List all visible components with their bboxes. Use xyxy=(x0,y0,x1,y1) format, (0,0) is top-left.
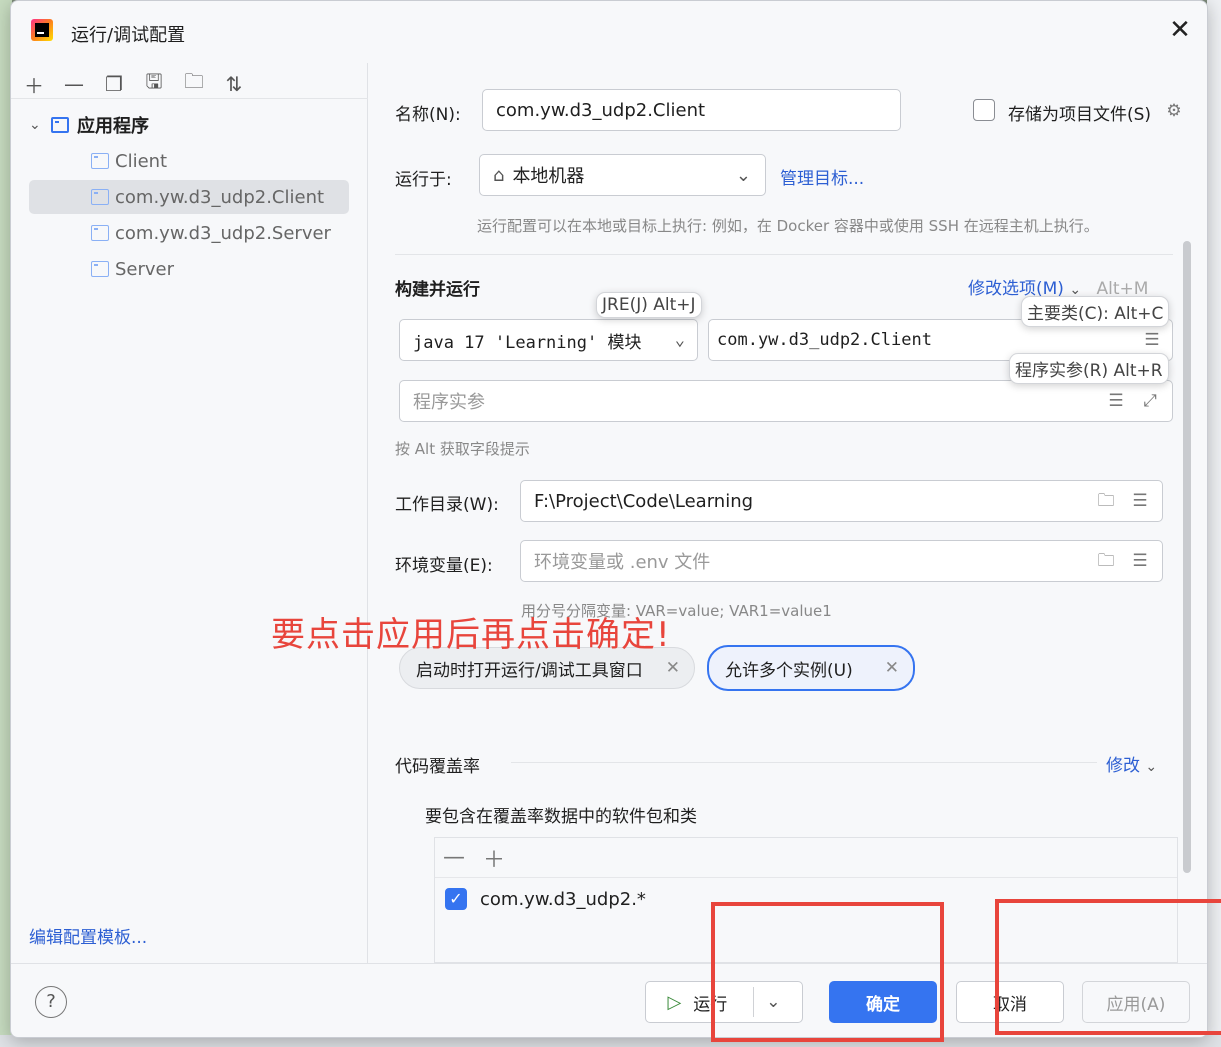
program-args-shortcut-hint: 程序实参(R) Alt+R xyxy=(1009,353,1169,384)
play-icon: ▷ xyxy=(667,991,682,1013)
env-input[interactable]: 环境变量或 .env 文件 🗀 ☰ xyxy=(520,540,1163,582)
gear-icon[interactable]: ⚙ xyxy=(1164,101,1184,121)
edit-templates-link[interactable]: 编辑配置模板... xyxy=(29,923,147,948)
browse-list-icon[interactable]: ☰ xyxy=(1130,491,1150,511)
store-as-project-file-checkbox[interactable] xyxy=(973,99,995,121)
dialog-title: 运行/调试配置 xyxy=(71,25,186,46)
coverage-modify-label: 修改 xyxy=(1106,756,1140,776)
divider xyxy=(11,98,368,99)
jre-select[interactable]: java 17 'Learning' 模块 ⌄ xyxy=(399,319,698,361)
run-on-select[interactable]: ⌂ 本地机器 ⌄ xyxy=(479,154,766,196)
expand-icon[interactable]: ⤢ xyxy=(1140,391,1160,411)
remove-icon[interactable]: — xyxy=(61,71,87,97)
jre-shortcut-hint: JRE(J) Alt+J xyxy=(596,292,702,318)
tree-root-label: 应用程序 xyxy=(77,116,149,137)
tree-root-application[interactable]: ⌄ 应用程序 xyxy=(29,108,349,142)
application-icon xyxy=(91,153,109,169)
program-args-placeholder: 程序实参 xyxy=(413,392,485,413)
application-icon xyxy=(91,225,109,241)
coverage-checkbox[interactable]: ✓ xyxy=(445,888,467,910)
application-icon xyxy=(91,189,109,205)
application-icon xyxy=(51,117,69,133)
coverage-modify-link[interactable]: 修改 ⌄ xyxy=(1106,751,1157,776)
annotation-box-ok xyxy=(711,902,944,1042)
name-label: 名称(N): xyxy=(395,105,461,125)
copy-icon[interactable]: ❐ xyxy=(101,71,127,97)
tree-item-server[interactable]: Server xyxy=(29,252,349,286)
jre-value: java 17 'Learning' 模块 xyxy=(413,332,642,353)
annotation-text: 要点击应用后再点击确定! xyxy=(271,615,671,655)
close-icon[interactable]: ✕ xyxy=(1167,17,1193,43)
close-icon[interactable]: ✕ xyxy=(666,658,680,678)
tree-item-label: Client xyxy=(115,150,168,172)
tree-item-label: com.yw.d3_udp2.Client xyxy=(115,186,325,208)
main-class-value: com.yw.d3_udp2.Client xyxy=(717,330,932,350)
tree-toolbar: ＋ — ❐ 🖫 🗀 ⇅ xyxy=(21,69,247,99)
build-run-title: 构建并运行 xyxy=(395,280,480,300)
divider xyxy=(511,762,1097,763)
name-input[interactable]: com.yw.d3_udp2.Client xyxy=(482,89,901,131)
remove-icon[interactable]: — xyxy=(443,845,465,870)
chip-label: 启动时打开运行/调试工具窗口 xyxy=(416,660,643,681)
workdir-value: F:\Project\Code\Learning xyxy=(534,490,754,512)
workdir-input[interactable]: F:\Project\Code\Learning 🗀 ☰ xyxy=(520,480,1163,522)
coverage-row[interactable]: ✓ com.yw.d3_udp2.* xyxy=(445,888,646,910)
help-button[interactable]: ? xyxy=(35,986,67,1018)
coverage-toolbar: — ＋ xyxy=(435,838,1177,878)
folder-icon[interactable]: 🗀 xyxy=(1096,491,1116,511)
folder-icon[interactable]: 🗀 xyxy=(1096,551,1116,571)
add-icon[interactable]: ＋ xyxy=(21,71,47,98)
coverage-title: 代码覆盖率 xyxy=(395,757,480,777)
save-icon[interactable]: 🖫 xyxy=(141,69,167,97)
browse-list-icon[interactable]: ☰ xyxy=(1142,330,1162,350)
intellij-logo-icon xyxy=(31,19,53,41)
chevron-down-icon: ⌄ xyxy=(735,164,751,186)
chevron-down-icon: ⌄ xyxy=(674,330,685,350)
env-label: 环境变量(E): xyxy=(395,556,493,576)
config-tree-panel: ＋ — ❐ 🖫 🗀 ⇅ ⌄ 应用程序 Client com.yw.d3_udp2… xyxy=(11,63,368,963)
workdir-label: 工作目录(W): xyxy=(395,495,499,515)
chip-label: 允许多个实例(U) xyxy=(725,660,853,681)
env-placeholder: 环境变量或 .env 文件 xyxy=(534,552,711,573)
title-bar: 运行/调试配置 ✕ xyxy=(11,1,1207,63)
application-icon xyxy=(91,261,109,277)
divider xyxy=(395,254,1173,255)
chevron-down-icon[interactable]: ⌄ xyxy=(29,117,51,133)
tree-item-label: Server xyxy=(115,258,175,280)
new-folder-icon[interactable]: 🗀 xyxy=(181,69,207,97)
coverage-entry: com.yw.d3_udp2.* xyxy=(480,888,646,910)
sort-icon[interactable]: ⇅ xyxy=(221,71,247,97)
browse-list-icon[interactable]: ☰ xyxy=(1130,551,1150,571)
annotation-box-apply xyxy=(995,899,1221,1035)
background-editor-right xyxy=(1207,0,1221,1047)
run-on-label: 运行于: xyxy=(395,170,452,190)
tree-item-yw-server[interactable]: com.yw.d3_udp2.Server xyxy=(29,216,349,250)
tree-item-label: com.yw.d3_udp2.Server xyxy=(115,222,331,244)
chip-allow-multiple-instances[interactable]: 允许多个实例(U) ✕ xyxy=(707,645,915,691)
program-args-input[interactable]: 程序实参 ☰ ⤢ xyxy=(399,380,1173,422)
tree-item-yw-client[interactable]: com.yw.d3_udp2.Client xyxy=(29,180,349,214)
browse-list-icon[interactable]: ☰ xyxy=(1106,391,1126,411)
close-icon[interactable]: ✕ xyxy=(885,658,899,678)
run-on-value: 本地机器 xyxy=(512,166,585,187)
main-class-shortcut-hint: 主要类(C): Alt+C xyxy=(1021,296,1170,327)
manage-targets-link[interactable]: 管理目标... xyxy=(780,164,864,189)
scrollbar[interactable] xyxy=(1183,241,1191,873)
store-as-project-file-label: 存储为项目文件(S) xyxy=(1008,105,1152,125)
home-icon: ⌂ xyxy=(493,164,505,186)
chevron-down-icon: ⌄ xyxy=(1145,759,1158,775)
tree-item-client[interactable]: Client xyxy=(29,144,349,178)
add-icon[interactable]: ＋ xyxy=(483,842,505,874)
coverage-subtitle: 要包含在覆盖率数据中的软件包和类 xyxy=(425,807,697,827)
name-input-value: com.yw.d3_udp2.Client xyxy=(496,99,706,121)
run-on-hint: 运行配置可以在本地或目标上执行: 例如，在 Docker 容器中或使用 SSH … xyxy=(477,217,1099,235)
run-debug-config-dialog: 运行/调试配置 ✕ ＋ — ❐ 🖫 🗀 ⇅ ⌄ 应用程序 Client com.… xyxy=(10,0,1208,1038)
alt-field-hint: 按 Alt 获取字段提示 xyxy=(395,440,530,458)
